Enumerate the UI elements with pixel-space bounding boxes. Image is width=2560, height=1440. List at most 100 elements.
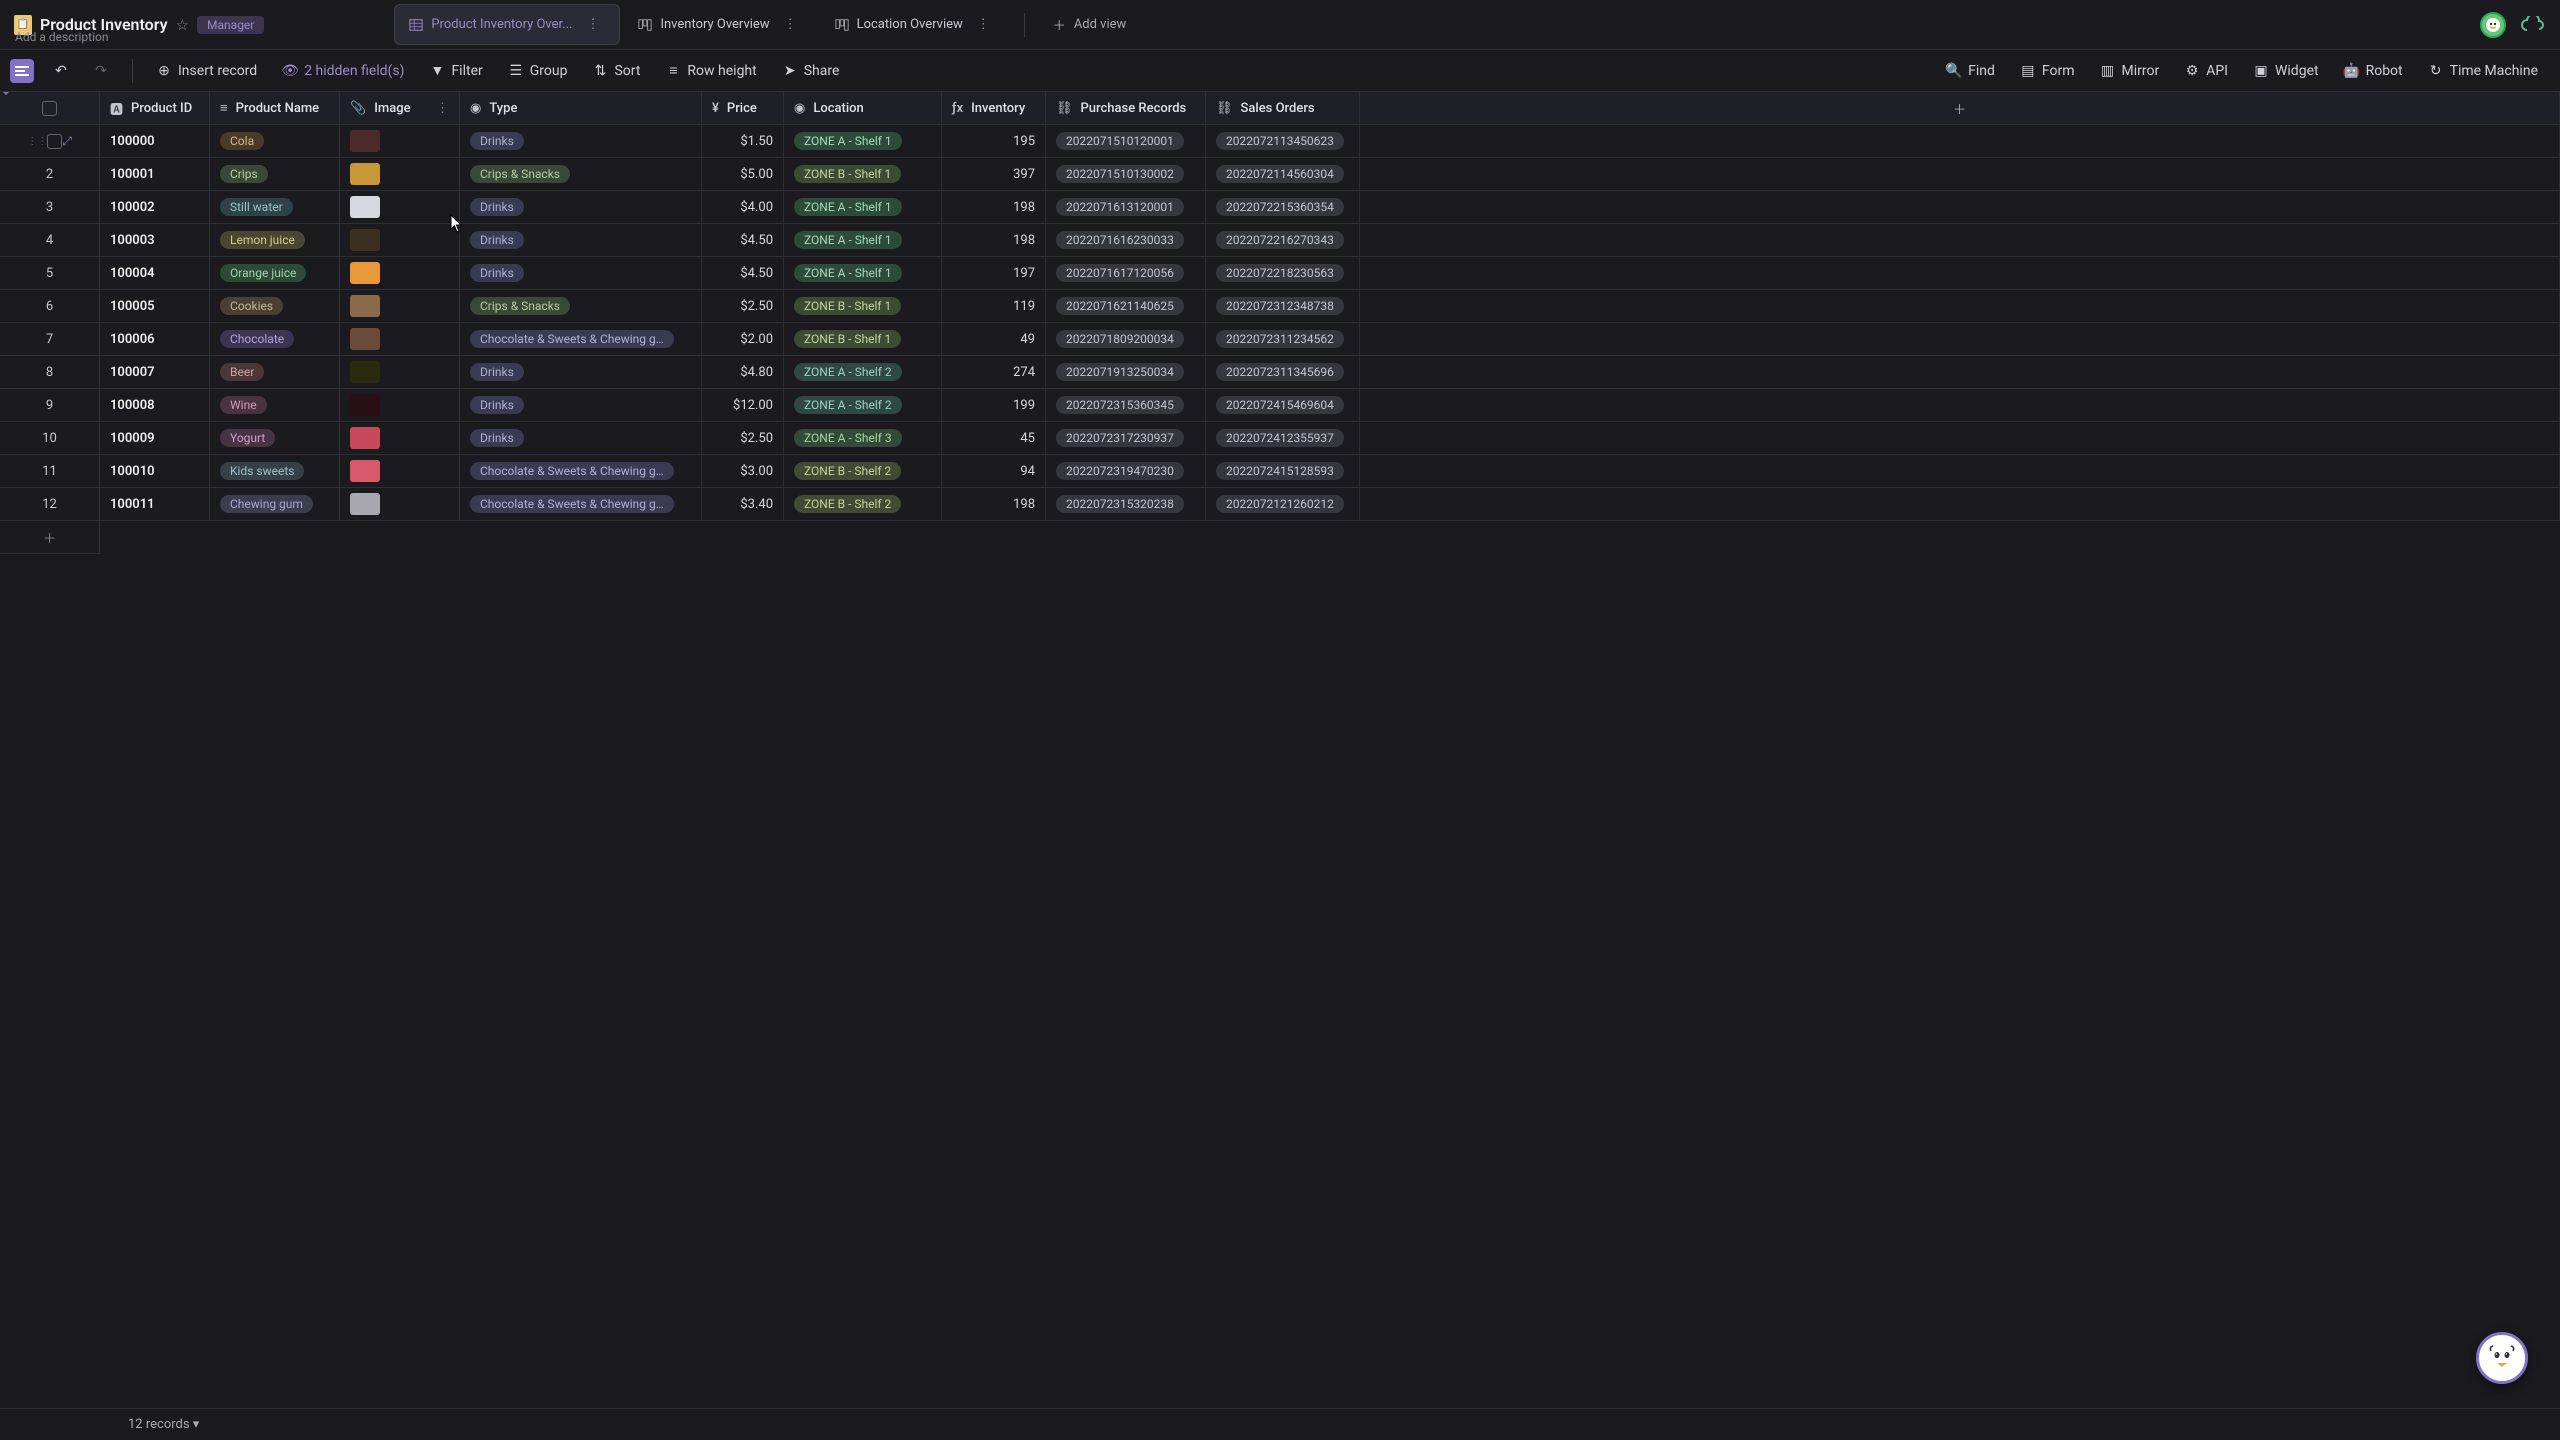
add-column-button[interactable]: ＋ [1360, 92, 2560, 125]
row-number-cell[interactable]: ⋮⋮ ⤢ [0, 125, 100, 158]
cell-product-name[interactable]: Wine [210, 389, 340, 422]
row-number-cell[interactable]: 3 [0, 191, 100, 224]
cell-image[interactable] [340, 323, 460, 356]
cell-location[interactable]: ZONE A - Shelf 3 [784, 422, 942, 455]
cell-product-id[interactable]: 100000 [100, 125, 210, 158]
group-button[interactable]: ☰Group [497, 57, 580, 85]
cell-price[interactable]: $4.80 [702, 356, 784, 389]
redo-button[interactable]: ↷ [82, 58, 120, 84]
cell-sales-orders[interactable]: 2022072216270343 [1206, 224, 1360, 257]
cell-product-id[interactable]: 100009 [100, 422, 210, 455]
image-thumb[interactable] [350, 262, 380, 284]
cell-location[interactable]: ZONE B - Shelf 1 [784, 323, 942, 356]
sales-order-pill[interactable]: 2022072218230563 [1216, 264, 1344, 282]
column-header-location[interactable]: ◉Location [784, 92, 942, 125]
add-view-button[interactable]: ＋ Add view [1039, 7, 1141, 42]
cell-purchase-records[interactable]: 2022071913250034 [1046, 356, 1206, 389]
cell-sales-orders[interactable]: 2022072311234562 [1206, 323, 1360, 356]
cell-image[interactable] [340, 422, 460, 455]
cell-price[interactable]: $2.50 [702, 422, 784, 455]
purchase-record-pill[interactable]: 2022072315320238 [1056, 495, 1184, 513]
cell-sales-orders[interactable]: 2022072215360354 [1206, 191, 1360, 224]
cell-price[interactable]: $4.50 [702, 257, 784, 290]
column-header-image[interactable]: 📎Image⋮ [340, 92, 460, 125]
cell-location[interactable]: ZONE A - Shelf 1 [784, 224, 942, 257]
form-button[interactable]: ▤Form [2009, 57, 2087, 85]
cell-type[interactable]: Crips & Snacks [460, 290, 702, 323]
mirror-button[interactable]: ▥Mirror [2088, 57, 2171, 85]
image-thumb[interactable] [350, 196, 380, 218]
tab-location-overview[interactable]: Location Overview ⋮ [821, 5, 1010, 44]
cell-purchase-records[interactable]: 2022071809200034 [1046, 323, 1206, 356]
purchase-record-pill[interactable]: 2022071613120001 [1056, 198, 1184, 216]
cell-inventory[interactable]: 198 [942, 488, 1046, 521]
cell-inventory[interactable]: 198 [942, 191, 1046, 224]
find-button[interactable]: 🔍Find [1935, 57, 2007, 85]
sales-order-pill[interactable]: 2022072415469604 [1216, 396, 1344, 414]
star-icon[interactable]: ☆ [176, 16, 189, 34]
cell-price[interactable]: $3.00 [702, 455, 784, 488]
cell-type[interactable]: Crips & Snacks [460, 158, 702, 191]
cell-price[interactable]: $5.00 [702, 158, 784, 191]
row-number-cell[interactable]: 9 [0, 389, 100, 422]
cell-location[interactable]: ZONE A - Shelf 1 [784, 125, 942, 158]
share-button[interactable]: ➤Share [771, 57, 852, 85]
column-header-product-name[interactable]: ≡Product Name [210, 92, 340, 125]
tab-menu-icon[interactable]: ⋮ [580, 13, 605, 36]
tab-inventory-overview[interactable]: Inventory Overview ⋮ [624, 5, 816, 44]
cell-inventory[interactable]: 119 [942, 290, 1046, 323]
row-number-cell[interactable]: 10 [0, 422, 100, 455]
cell-location[interactable]: ZONE A - Shelf 2 [784, 389, 942, 422]
purchase-record-pill[interactable]: 2022071809200034 [1056, 330, 1184, 348]
cell-inventory[interactable]: 198 [942, 224, 1046, 257]
cell-product-name[interactable]: Beer [210, 356, 340, 389]
cell-location[interactable]: ZONE A - Shelf 2 [784, 356, 942, 389]
cell-product-id[interactable]: 100004 [100, 257, 210, 290]
cell-sales-orders[interactable]: 2022072311345696 [1206, 356, 1360, 389]
sales-order-pill[interactable]: 2022072215360354 [1216, 198, 1344, 216]
cell-purchase-records[interactable]: 2022071621140625 [1046, 290, 1206, 323]
purchase-record-pill[interactable]: 2022071616230033 [1056, 231, 1184, 249]
sales-order-pill[interactable]: 2022072121260212 [1216, 495, 1344, 513]
image-thumb[interactable] [350, 229, 380, 251]
cell-purchase-records[interactable]: 2022071510130002 [1046, 158, 1206, 191]
cell-purchase-records[interactable]: 2022071510120001 [1046, 125, 1206, 158]
row-number-cell[interactable]: 5 [0, 257, 100, 290]
cell-image[interactable] [340, 191, 460, 224]
cell-product-name[interactable]: Cookies [210, 290, 340, 323]
cell-location[interactable]: ZONE B - Shelf 2 [784, 488, 942, 521]
cell-product-name[interactable]: Orange juice [210, 257, 340, 290]
cell-product-name[interactable]: Cola [210, 125, 340, 158]
cell-image[interactable] [340, 455, 460, 488]
cell-purchase-records[interactable]: 2022072315320238 [1046, 488, 1206, 521]
cell-price[interactable]: $4.00 [702, 191, 784, 224]
cell-type[interactable]: Drinks [460, 257, 702, 290]
cell-sales-orders[interactable]: 2022072121260212 [1206, 488, 1360, 521]
cell-type[interactable]: Drinks [460, 125, 702, 158]
column-header-inventory[interactable]: ƒxInventory [942, 92, 1046, 125]
column-header-type[interactable]: ◉Type [460, 92, 702, 125]
cell-type[interactable]: Chocolate & Sweets & Chewing g… [460, 488, 702, 521]
cell-sales-orders[interactable]: 2022072114560304 [1206, 158, 1360, 191]
cell-type[interactable]: Drinks [460, 389, 702, 422]
sales-order-pill[interactable]: 2022072415128593 [1216, 462, 1344, 480]
cell-product-id[interactable]: 100006 [100, 323, 210, 356]
cell-purchase-records[interactable]: 2022071616230033 [1046, 224, 1206, 257]
cell-product-id[interactable]: 100008 [100, 389, 210, 422]
cell-sales-orders[interactable]: 2022072218230563 [1206, 257, 1360, 290]
sales-order-pill[interactable]: 2022072113450623 [1216, 132, 1344, 150]
insert-record-button[interactable]: ⊕Insert record [145, 57, 269, 85]
column-header-sales-orders[interactable]: ⛓Sales Orders [1206, 92, 1360, 125]
cell-inventory[interactable]: 49 [942, 323, 1046, 356]
cell-inventory[interactable]: 397 [942, 158, 1046, 191]
sales-order-pill[interactable]: 2022072114560304 [1216, 165, 1344, 183]
row-number-cell[interactable]: 8 [0, 356, 100, 389]
cell-location[interactable]: ZONE B - Shelf 1 [784, 158, 942, 191]
sales-order-pill[interactable]: 2022072216270343 [1216, 231, 1344, 249]
cell-product-name[interactable]: Crips [210, 158, 340, 191]
row-number-cell[interactable]: 12 [0, 488, 100, 521]
cell-image[interactable] [340, 224, 460, 257]
cell-type[interactable]: Drinks [460, 356, 702, 389]
cell-image[interactable] [340, 389, 460, 422]
sales-order-pill[interactable]: 2022072312348738 [1216, 297, 1344, 315]
